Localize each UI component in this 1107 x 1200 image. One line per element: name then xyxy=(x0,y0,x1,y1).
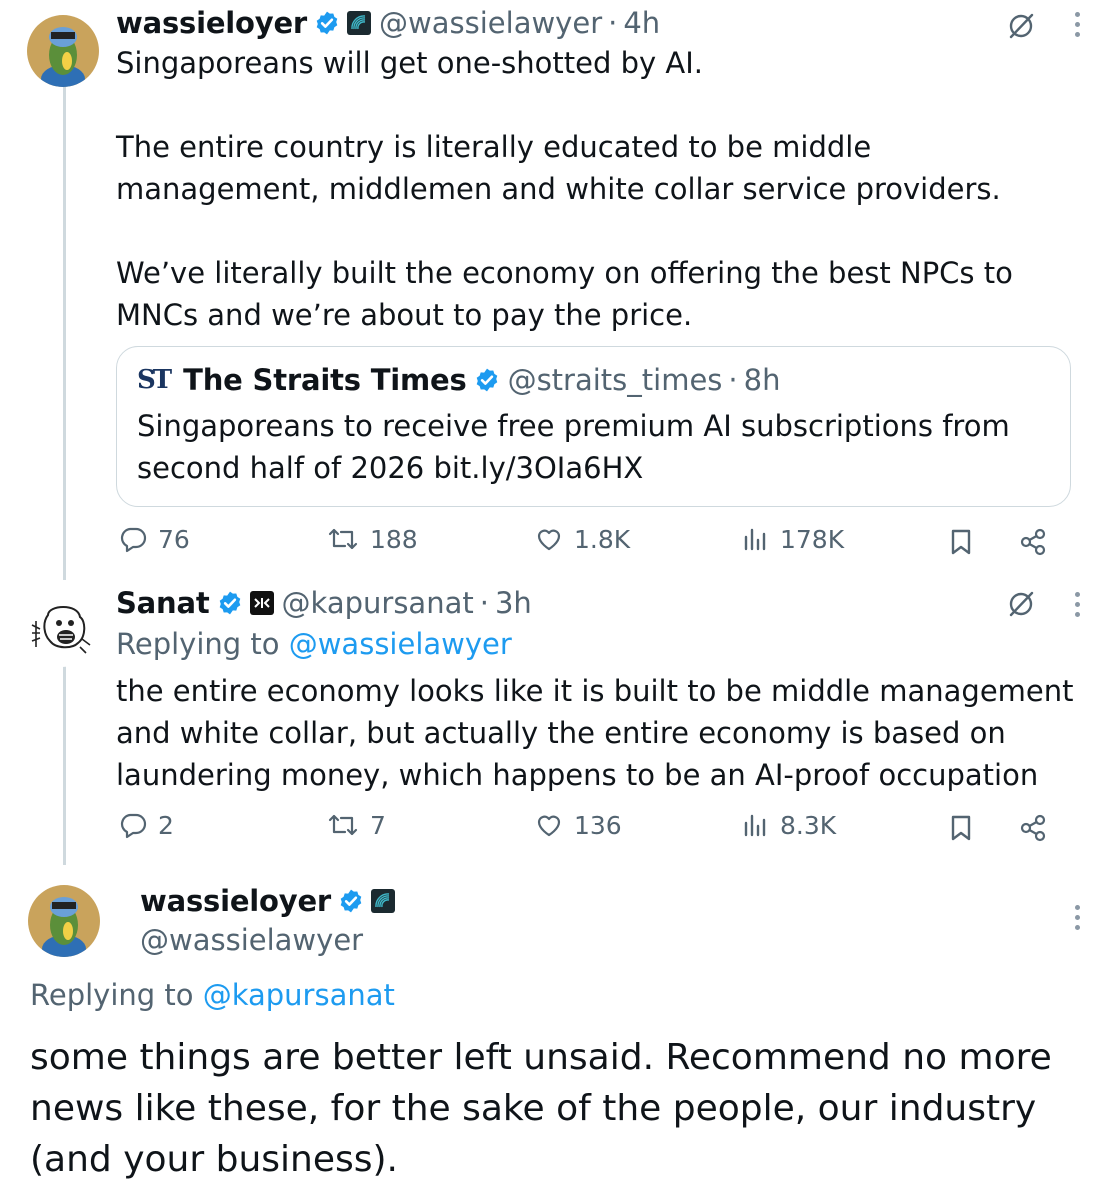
bookmark-icon xyxy=(951,815,971,841)
quoted-tweet[interactable]: ST The Straits Times @straits_times · 8h… xyxy=(116,346,1071,507)
analytics-icon xyxy=(744,814,766,837)
tweet-text: the entire economy looks like it is buil… xyxy=(116,674,1074,792)
handle-line: @wassielawyer xyxy=(140,922,363,958)
reply-button[interactable]: 2 xyxy=(118,810,174,840)
replying-to: Replying to @wassielawyer xyxy=(116,626,512,662)
avatar[interactable] xyxy=(28,885,100,957)
reply-count: 2 xyxy=(158,810,174,840)
tweet-text: Singaporeans will get one-shotted by AI.… xyxy=(116,46,1013,332)
views-button[interactable]: 8.3K xyxy=(742,810,836,840)
thread-line xyxy=(63,86,66,580)
verified-badge-icon xyxy=(340,889,362,913)
affiliate-logo-icon xyxy=(249,591,274,615)
heart-icon xyxy=(537,529,561,551)
bookmark-button[interactable] xyxy=(946,812,976,844)
verified-badge-icon xyxy=(219,591,240,615)
mention-link[interactable]: @kapursanat xyxy=(203,978,395,1012)
mention-link[interactable]: @wassielawyer xyxy=(289,627,512,661)
timestamp[interactable]: 3h xyxy=(495,585,532,621)
replying-to-label: Replying to xyxy=(30,978,203,1012)
replying-to-label: Replying to xyxy=(116,627,289,661)
affiliate-logo-icon xyxy=(347,11,372,35)
like-button[interactable]: 136 xyxy=(534,810,622,840)
quote-header: ST The Straits Times @straits_times · 8h xyxy=(137,362,780,398)
grok-icon[interactable] xyxy=(1005,10,1037,42)
tweet-header: Sanat @kapursanat · 3h xyxy=(116,585,532,621)
heart-icon xyxy=(537,815,561,837)
grok-icon[interactable] xyxy=(1005,588,1037,620)
like-count: 1.8K xyxy=(574,524,631,554)
handle[interactable]: @wassielawyer xyxy=(379,5,602,41)
replying-to: Replying to @kapursanat xyxy=(30,977,395,1013)
verified-badge-icon xyxy=(476,368,497,392)
more-options-icon[interactable] xyxy=(1072,905,1082,930)
handle[interactable]: @kapursanat xyxy=(282,585,474,621)
repost-count: 7 xyxy=(370,810,386,840)
avatar[interactable] xyxy=(27,15,99,87)
verified-badge-icon xyxy=(316,11,338,35)
quote-timestamp: 8h xyxy=(743,363,781,397)
views-button[interactable]: 178K xyxy=(742,524,844,554)
reply-icon xyxy=(120,813,147,839)
tweet-text: some things are better left unsaid. Reco… xyxy=(30,1037,1052,1180)
like-count: 136 xyxy=(574,810,622,840)
repost-button[interactable]: 7 xyxy=(326,810,386,840)
quote-text: Singaporeans to receive free premium AI … xyxy=(137,409,1010,485)
separator-dot: · xyxy=(608,6,618,40)
repost-count: 188 xyxy=(370,524,418,554)
bookmark-button[interactable] xyxy=(946,526,976,558)
quote-handle: @straits_times xyxy=(507,363,723,397)
quote-display-name: The Straits Times xyxy=(183,363,467,397)
more-options-icon[interactable] xyxy=(1072,12,1082,37)
straits-times-logo: ST xyxy=(137,365,172,395)
bookmark-icon xyxy=(951,529,971,555)
avatar[interactable] xyxy=(26,595,98,667)
display-name[interactable]: wassieloyer xyxy=(140,883,331,919)
tweet-header: wassieloyer @wassielawyer · 4h xyxy=(116,5,660,41)
display-name[interactable]: wassieloyer xyxy=(116,5,307,41)
action-bar: 2 7 136 8.3K xyxy=(116,810,1056,850)
share-button[interactable] xyxy=(1016,812,1050,844)
more-options-icon[interactable] xyxy=(1072,592,1082,617)
action-bar: 76 188 1.8K 178K xyxy=(116,524,1056,564)
reply-icon xyxy=(120,527,147,553)
separator-dot: · xyxy=(479,586,489,620)
like-button[interactable]: 1.8K xyxy=(534,524,630,554)
share-button[interactable] xyxy=(1016,526,1050,558)
thread-line xyxy=(63,660,66,865)
analytics-icon xyxy=(744,528,766,551)
reply-count: 76 xyxy=(158,524,190,554)
share-icon xyxy=(1020,814,1046,842)
repost-icon xyxy=(328,814,358,836)
timestamp[interactable]: 4h xyxy=(623,5,660,41)
view-count: 8.3K xyxy=(780,810,837,840)
repost-icon xyxy=(328,528,358,550)
tweet-header: wassieloyer xyxy=(140,883,396,919)
share-icon xyxy=(1020,528,1046,556)
display-name[interactable]: Sanat xyxy=(116,585,210,621)
view-count: 178K xyxy=(780,524,845,554)
affiliate-logo-icon xyxy=(371,889,396,913)
separator-dot: · xyxy=(728,363,738,397)
handle[interactable]: @wassielawyer xyxy=(140,922,363,958)
reply-button[interactable]: 76 xyxy=(118,524,190,554)
repost-button[interactable]: 188 xyxy=(326,524,418,554)
